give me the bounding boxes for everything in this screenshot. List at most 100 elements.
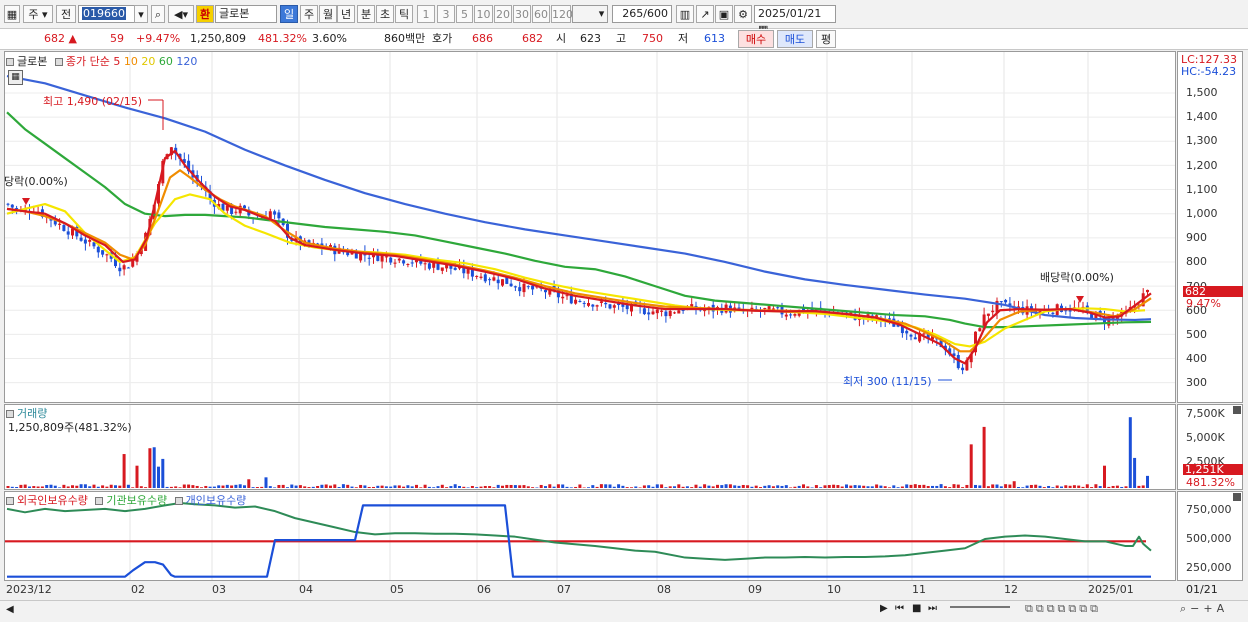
volume-bar bbox=[1000, 486, 1003, 488]
candle-body bbox=[703, 310, 706, 311]
volume-bar bbox=[333, 484, 336, 488]
candle-body bbox=[62, 225, 65, 231]
volume-bar bbox=[441, 485, 444, 488]
candle-body bbox=[1051, 313, 1054, 314]
x-axis-tick: 12 bbox=[1004, 583, 1018, 596]
zoom-tools-icon[interactable]: ⌕−+A bbox=[1180, 602, 1228, 616]
holding-axis-tick: 750,000 bbox=[1186, 504, 1232, 516]
scroll-right-icon[interactable]: ▶ bbox=[880, 603, 888, 614]
panel-toggle-icon[interactable] bbox=[6, 58, 14, 66]
volume-tag: 1,251K bbox=[1183, 464, 1243, 475]
volume-bar bbox=[914, 484, 917, 488]
scroll-left-icon[interactable]: ◀ bbox=[6, 604, 14, 615]
volume-bar bbox=[1026, 486, 1029, 488]
volume-bar bbox=[617, 484, 620, 488]
volume-bar bbox=[591, 485, 594, 488]
candle-body bbox=[67, 231, 70, 234]
volume-bar bbox=[643, 485, 646, 488]
volume-bar bbox=[492, 487, 495, 488]
x-axis-tick: 04 bbox=[299, 583, 313, 596]
volume-bar bbox=[191, 485, 194, 488]
candle-body bbox=[600, 301, 603, 303]
last-page-icon[interactable]: ⏭ bbox=[928, 603, 937, 614]
volume-bar bbox=[131, 487, 134, 488]
volume-bar bbox=[884, 486, 887, 488]
close-icon[interactable] bbox=[1233, 493, 1241, 501]
volume-bar bbox=[432, 487, 435, 488]
candle-body bbox=[785, 315, 788, 317]
view-tools-icon[interactable]: ⧉⧉⧉⧉⧉⧉⧉ bbox=[1025, 602, 1101, 616]
candle-body bbox=[1004, 300, 1007, 302]
volume-bar bbox=[148, 448, 151, 488]
candle-body bbox=[497, 280, 500, 284]
volume-bar bbox=[7, 486, 10, 488]
volume-bar bbox=[957, 485, 960, 488]
panel-toggle-icon[interactable] bbox=[175, 497, 183, 505]
grid-icon[interactable]: ▦ bbox=[8, 70, 23, 85]
volume-bar bbox=[1112, 486, 1115, 488]
volume-bar bbox=[346, 485, 349, 488]
volume-bar bbox=[970, 444, 973, 488]
volume-bar bbox=[101, 485, 104, 488]
volume-axis-tick: 5,000K bbox=[1186, 432, 1225, 444]
price-axis-tick: 1,000 bbox=[1186, 208, 1218, 220]
candle-body bbox=[480, 277, 483, 278]
scroll-track[interactable] bbox=[18, 605, 878, 615]
volume-bar bbox=[239, 484, 242, 488]
volume-bar bbox=[265, 477, 268, 488]
candle-body bbox=[394, 263, 397, 264]
candle-body bbox=[15, 208, 18, 209]
zoom-slider[interactable] bbox=[950, 606, 1010, 616]
panel-toggle-icon[interactable] bbox=[95, 497, 103, 505]
volume-bar bbox=[234, 485, 237, 488]
volume-bar bbox=[772, 486, 775, 488]
candle-body bbox=[127, 267, 130, 268]
ma-toggle-icon[interactable] bbox=[55, 58, 63, 66]
volume-bar bbox=[849, 486, 852, 488]
volume-bar bbox=[652, 487, 655, 488]
panel-toggle-icon[interactable] bbox=[6, 410, 14, 418]
volume-bar bbox=[535, 487, 538, 488]
panel-toggle-icon[interactable] bbox=[6, 497, 14, 505]
volume-bar bbox=[11, 487, 14, 488]
candle-body bbox=[677, 310, 680, 313]
candle-body bbox=[389, 258, 392, 263]
volume-bar bbox=[811, 487, 814, 488]
volume-bar bbox=[1034, 485, 1037, 488]
volume-bar bbox=[67, 486, 70, 488]
first-page-icon[interactable]: ⏮ bbox=[895, 603, 904, 614]
volume-bar bbox=[1129, 417, 1132, 488]
volume-bar bbox=[518, 485, 521, 488]
volume-bar bbox=[110, 485, 113, 488]
volume-bar bbox=[501, 486, 504, 488]
candle-body bbox=[501, 279, 504, 285]
ma20-label: 20 bbox=[141, 55, 155, 68]
holding-axis-tick: 250,000 bbox=[1186, 562, 1232, 574]
candle-body bbox=[411, 262, 414, 263]
price-tag: 682 bbox=[1183, 286, 1243, 297]
volume-bar bbox=[785, 485, 788, 488]
stop-icon[interactable]: ■ bbox=[912, 603, 921, 614]
volume-bar bbox=[587, 487, 590, 488]
bottom-date: 01/21 bbox=[1186, 583, 1218, 596]
volume-bar bbox=[415, 485, 418, 488]
price-legend: 글로본 종가 단순 5 10 20 60 120 bbox=[6, 53, 197, 69]
candle-body bbox=[738, 308, 741, 309]
volume-bar bbox=[32, 486, 35, 488]
candle-body bbox=[1000, 301, 1003, 302]
candle-body bbox=[656, 309, 659, 313]
volume-bar bbox=[411, 486, 414, 488]
close-icon[interactable] bbox=[1233, 406, 1241, 414]
volume-bar bbox=[368, 487, 371, 488]
volume-bar bbox=[763, 486, 766, 488]
volume-bar bbox=[639, 487, 642, 488]
volume-bar bbox=[93, 485, 96, 488]
volume-bar bbox=[669, 486, 672, 488]
candle-body bbox=[105, 254, 108, 255]
volume-bar bbox=[531, 487, 534, 488]
candle-body bbox=[793, 314, 796, 316]
volume-bar bbox=[484, 486, 487, 488]
volume-bar bbox=[712, 486, 715, 488]
price-axis-tick: 300 bbox=[1186, 377, 1207, 389]
candle-body bbox=[118, 268, 121, 271]
